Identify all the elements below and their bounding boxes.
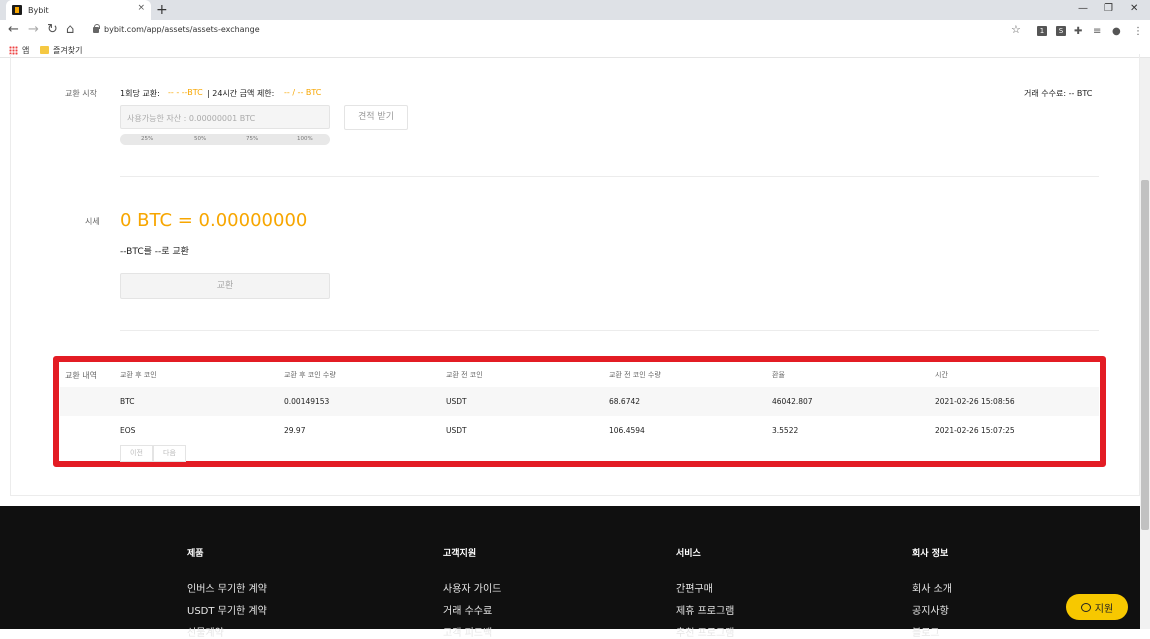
percent-25[interactable]: 25% (141, 136, 153, 142)
get-quote-button[interactable]: 견적 받기 (344, 105, 408, 130)
maximize-button[interactable]: ❐ (1104, 3, 1113, 14)
percent-50[interactable]: 50% (194, 136, 206, 142)
support-button[interactable]: 지원 (1066, 594, 1128, 620)
table-row: EOS 29.97 USDT 106.4594 3.5522 2021-02-2… (60, 416, 1099, 445)
menu-icon[interactable]: ⋮ (1133, 25, 1143, 39)
bybit-favicon-icon (12, 5, 22, 15)
pair-text: --BTC를 --로 교환 (120, 247, 189, 257)
forward-icon[interactable]: → (28, 23, 39, 37)
browser-tab[interactable]: Bybit × (6, 0, 151, 20)
exchange-start-label: 교환 시작 (65, 89, 97, 98)
footer-link[interactable]: 인버스 무기한 계약 (187, 580, 267, 595)
col-header-before-coin: 교환 전 코인 (446, 371, 483, 379)
folder-icon (40, 46, 49, 54)
footer-col-services-title: 서비스 (676, 549, 701, 559)
footer-link[interactable]: 공지사항 (912, 602, 949, 617)
next-page-button[interactable]: 다음 (153, 445, 186, 462)
minimize-button[interactable]: — (1078, 3, 1088, 14)
bookmark-star-icon[interactable]: ☆ (1011, 23, 1021, 37)
cell-before-coin: USDT (446, 397, 467, 406)
cell-time: 2021-02-26 15:08:56 (935, 397, 1015, 406)
scrollbar-thumb[interactable] (1141, 180, 1149, 530)
col-header-rate: 환율 (772, 371, 785, 379)
home-icon[interactable]: ⌂ (66, 23, 74, 37)
footer-link[interactable]: 블로그 (912, 624, 940, 639)
lock-icon (93, 24, 100, 33)
footer-link[interactable]: USDT 무기한 계약 (187, 602, 267, 617)
address-bar[interactable]: bybit.com/app/assets/assets-exchange (104, 25, 260, 34)
browser-toolbar: ← → ↻ ⌂ bybit.com/app/assets/assets-exch… (0, 20, 1150, 42)
footer-col-company-title: 회사 정보 (912, 549, 949, 559)
col-header-after-qty: 교환 후 코인 수량 (284, 371, 336, 379)
cell-after-qty: 29.97 (284, 426, 306, 435)
cell-after-coin: EOS (120, 426, 136, 435)
rate-label: 시세 (85, 217, 100, 226)
footer-link[interactable]: 사용자 가이드 (443, 580, 501, 595)
tab-title: Bybit (28, 5, 49, 15)
extension-1-icon[interactable]: 1 (1037, 26, 1047, 36)
support-label: 지원 (1094, 603, 1114, 615)
section-divider (120, 330, 1099, 331)
exchange-button[interactable]: 교환 (120, 273, 330, 299)
col-header-after-coin: 교환 후 코인 (120, 371, 157, 379)
cell-after-coin: BTC (120, 397, 135, 406)
extension-s-icon[interactable]: S (1056, 26, 1066, 36)
footer-link[interactable]: 간편구매 (676, 580, 713, 595)
history-label: 교환 내역 (65, 371, 97, 380)
daily-limit-value: -- / -- BTC (284, 88, 322, 97)
footer-link[interactable]: 거래 수수료 (443, 602, 492, 617)
profile-icon[interactable]: ● (1112, 25, 1121, 39)
footer-link[interactable]: 제휴 프로그램 (676, 602, 734, 617)
footer-link[interactable]: 고객 피드백 (443, 624, 492, 639)
close-window-button[interactable]: ✕ (1130, 3, 1138, 14)
trading-fee: 거래 수수료: -- BTC (1024, 89, 1093, 98)
footer-link[interactable]: 회사 소개 (912, 580, 952, 595)
page-content: 교환 시작 1회당 교환: -- - --BTC | 24시간 금액 제한: -… (0, 54, 1140, 506)
tab-close-icon[interactable]: × (137, 3, 145, 13)
cell-after-qty: 0.00149153 (284, 397, 330, 406)
footer-link[interactable]: 추천 프로그램 (676, 624, 734, 639)
footer: 제품 인버스 무기한 계약 USDT 무기한 계약 선물계약 고객지원 사용자 … (0, 506, 1140, 639)
chat-bubble-icon (1080, 602, 1091, 612)
col-header-time: 시간 (935, 371, 948, 379)
footer-link[interactable]: 선물계약 (187, 624, 224, 639)
per-trade-label: 1회당 교환: (120, 89, 160, 98)
footer-col-products-title: 제품 (187, 549, 204, 559)
amount-input[interactable]: 사용가능한 자산 : 0.00000001 BTC (120, 105, 330, 129)
cell-before-coin: USDT (446, 426, 467, 435)
percent-slider[interactable]: 25% 50% 75% 100% (120, 134, 330, 145)
reload-icon[interactable]: ↻ (47, 23, 58, 37)
cell-rate: 46042.807 (772, 397, 813, 406)
browser-tab-bar: Bybit × + — ❐ ✕ (0, 0, 1150, 20)
back-icon[interactable]: ← (8, 23, 19, 37)
percent-100[interactable]: 100% (297, 136, 313, 142)
new-tab-button[interactable]: + (156, 2, 168, 18)
percent-75[interactable]: 75% (246, 136, 258, 142)
table-row: BTC 0.00149153 USDT 68.6742 46042.807 20… (60, 387, 1099, 416)
col-header-before-qty: 교환 전 코인 수량 (609, 371, 661, 379)
cell-before-qty: 68.6742 (609, 397, 641, 406)
section-divider (120, 176, 1099, 177)
cell-rate: 3.5522 (772, 426, 799, 435)
footer-col-support-title: 고객지원 (443, 549, 477, 559)
extensions-puzzle-icon[interactable]: ✚ (1074, 25, 1082, 39)
cell-before-qty: 106.4594 (609, 426, 645, 435)
per-trade-value: -- - --BTC (168, 88, 203, 97)
daily-limit-label: | 24시간 금액 제한: (207, 89, 275, 98)
reading-list-icon[interactable]: ≡ (1093, 25, 1101, 39)
cell-time: 2021-02-26 15:07:25 (935, 426, 1015, 435)
prev-page-button[interactable]: 이전 (120, 445, 153, 462)
exchange-rate-price: 0 BTC = 0.00000000 (120, 210, 308, 231)
